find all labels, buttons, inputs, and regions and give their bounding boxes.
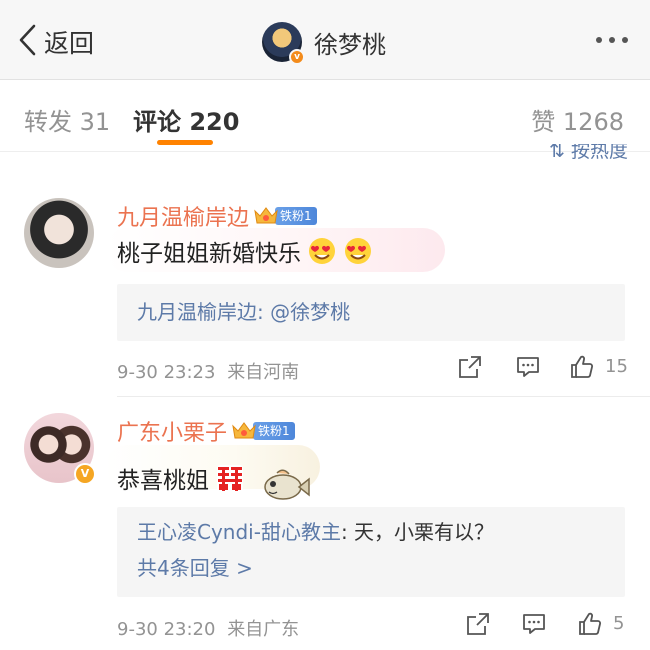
- comment-meta: 9-30 23:23 来自河南: [117, 358, 299, 384]
- back-button[interactable]: 返回: [18, 24, 94, 60]
- avatar[interactable]: [24, 198, 94, 268]
- fan-level-badge: 铁粉1: [253, 422, 295, 440]
- fan-level-badge: 铁粉1: [275, 207, 317, 225]
- reply-line: 九月温榆岸边: @徐梦桃: [117, 284, 625, 341]
- profile-title[interactable]: v 徐梦桃: [262, 20, 386, 65]
- avatar: v: [262, 22, 305, 65]
- reply-text: : 天，小栗有以？: [340, 520, 495, 544]
- like-count: 15: [605, 356, 628, 377]
- top-nav-bar: 返回 v 徐梦桃: [0, 0, 650, 80]
- like-icon[interactable]: [577, 611, 603, 637]
- verified-badge-icon: v: [289, 49, 305, 65]
- comment-author-row: 广东小栗子 铁粉1: [117, 415, 295, 447]
- comment-time: 9-30 23:23: [117, 362, 216, 383]
- tab-comments[interactable]: 评论 220: [133, 102, 239, 137]
- chevron-left-icon: [18, 24, 38, 60]
- more-options-icon[interactable]: [596, 37, 628, 43]
- tab-bar: 转发 31 评论 220 赞 1268: [0, 80, 650, 152]
- comment-text-row: 恭喜桃姐: [117, 451, 311, 505]
- tab-reposts[interactable]: 转发 31: [24, 102, 110, 137]
- comment-meta: 9-30 23:20 来自广东: [117, 615, 299, 641]
- comment-item: V 广东小栗子 铁粉1 恭喜桃姐 王心凌Cyndi-甜心教主: 天，小栗有以？ …: [0, 397, 650, 650]
- like-icon[interactable]: [569, 354, 595, 380]
- reply-username[interactable]: 王心凌Cyndi-甜心教主: [137, 520, 341, 544]
- comment-text: 恭喜桃姐: [117, 468, 209, 494]
- crown-icon: [253, 205, 279, 227]
- sort-icon: ⇅: [549, 144, 565, 160]
- reply-preview-box[interactable]: 王心凌Cyndi-甜心教主: 天，小栗有以？ 共4条回复 >: [117, 507, 625, 597]
- reply-line: 王心凌Cyndi-甜心教主: 天，小栗有以？: [117, 507, 625, 547]
- heart-eyes-emoji: [307, 236, 337, 266]
- verified-badge-icon: V: [74, 463, 96, 485]
- reply-preview-box[interactable]: 九月温榆岸边: @徐梦桃: [117, 284, 625, 341]
- comment-icon[interactable]: [521, 611, 547, 637]
- back-label: 返回: [44, 29, 95, 58]
- view-more-replies-link[interactable]: 共4条回复 >: [117, 547, 625, 583]
- page-title: 徐梦桃: [314, 30, 386, 59]
- heart-eyes-emoji: [343, 236, 373, 266]
- comment-icon[interactable]: [515, 354, 541, 380]
- sort-label: 按热度: [570, 144, 628, 160]
- comment-text-row: 桃子姐姐新婚快乐: [117, 234, 373, 268]
- comment-source: 来自广东: [227, 619, 300, 640]
- active-tab-indicator: [157, 140, 213, 145]
- comment-time: 9-30 23:20: [117, 619, 216, 640]
- share-icon[interactable]: [465, 611, 491, 637]
- fish-sticker: [259, 465, 311, 505]
- crown-icon: [231, 420, 257, 442]
- comment-actions: 5: [455, 611, 630, 641]
- sort-by-hot-button[interactable]: ⇅ 按热度: [549, 144, 628, 160]
- comment-username[interactable]: 广东小栗子: [117, 415, 227, 447]
- tab-likes[interactable]: 赞 1268: [531, 102, 624, 137]
- double-happiness-emoji: [215, 463, 245, 493]
- comment-actions: 15: [455, 354, 630, 384]
- comment-source: 来自河南: [227, 362, 300, 383]
- avatar-container[interactable]: V: [24, 413, 96, 485]
- reply-username[interactable]: 九月温榆岸边: [137, 300, 257, 324]
- reply-text: : @徐梦桃: [257, 300, 351, 324]
- like-count: 5: [613, 613, 625, 634]
- comment-text: 桃子姐姐新婚快乐: [117, 241, 301, 267]
- share-icon[interactable]: [457, 354, 483, 380]
- comment-item: 九月温榆岸边 铁粉1 桃子姐姐新婚快乐 九月温榆岸边: @徐梦桃 9-30 23…: [0, 160, 650, 395]
